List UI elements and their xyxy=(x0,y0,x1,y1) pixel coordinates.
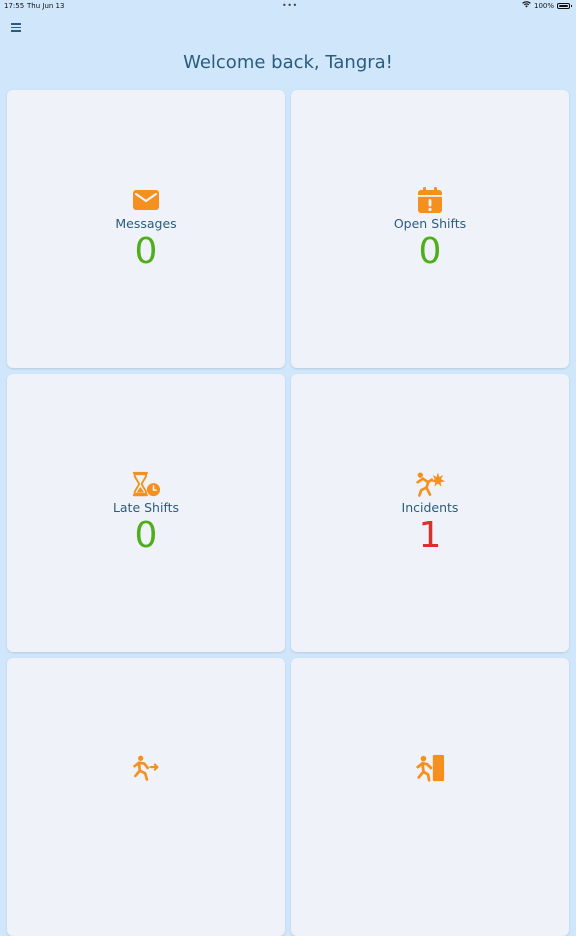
card-label: Incidents xyxy=(401,500,459,515)
welcome-heading: Welcome back, Tangra! xyxy=(183,52,393,73)
person-exit-door-icon xyxy=(415,753,445,783)
calendar-alert-icon xyxy=(415,185,445,215)
multitasking-dots-icon[interactable]: ••• xyxy=(282,1,298,10)
exit-card[interactable] xyxy=(291,658,569,936)
status-date: Thu Jun 13 xyxy=(27,2,65,10)
card-label: Open Shifts xyxy=(393,216,467,231)
card-label: Late Shifts xyxy=(112,500,180,515)
status-indicators: 100% xyxy=(522,1,572,10)
card-label: Messages xyxy=(115,216,177,231)
person-running-icon xyxy=(131,753,161,783)
status-bar: 17:55 Thu Jun 13 ••• 100% xyxy=(0,0,576,12)
activity-card[interactable] xyxy=(7,658,285,936)
card-count: 1 xyxy=(418,515,442,556)
wifi-icon xyxy=(522,1,531,10)
open-shifts-card[interactable]: Open Shifts 0 xyxy=(291,90,569,368)
card-count: 0 xyxy=(134,515,158,556)
card-count: 0 xyxy=(418,231,442,272)
card-count: 0 xyxy=(134,231,158,272)
envelope-icon xyxy=(131,185,161,215)
late-shifts-card[interactable]: Late Shifts 0 xyxy=(7,374,285,652)
menu-button[interactable] xyxy=(8,20,24,34)
incidents-card[interactable]: Incidents 1 xyxy=(291,374,569,652)
hourglass-clock-icon xyxy=(131,469,161,499)
battery-percent: 100% xyxy=(533,1,554,10)
battery-icon xyxy=(557,2,572,9)
falling-person-icon xyxy=(415,469,445,499)
dashboard-grid: Messages 0 Open Shifts 0 Late Shifts 0 I… xyxy=(7,90,569,936)
status-time: 17:55 xyxy=(4,2,25,10)
messages-card[interactable]: Messages 0 xyxy=(7,90,285,368)
